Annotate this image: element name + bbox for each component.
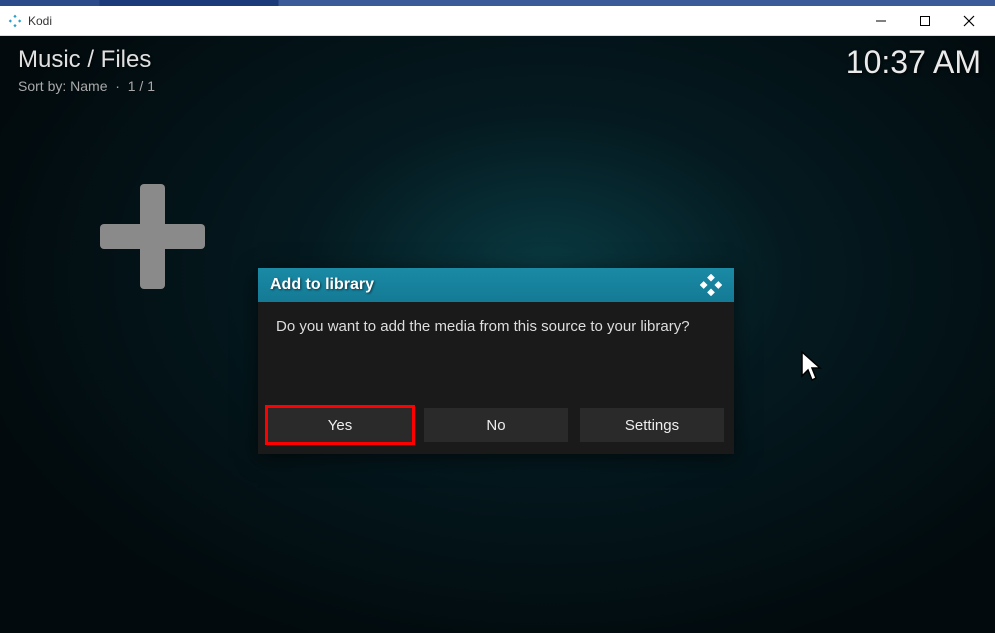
plus-icon [100,184,205,289]
yes-button[interactable]: Yes [268,408,412,442]
page-indicator: 1 / 1 [128,78,155,94]
add-source-tile[interactable] [100,184,205,289]
settings-button[interactable]: Settings [580,408,724,442]
minimize-button[interactable] [859,7,903,35]
no-button[interactable]: No [424,408,568,442]
kodi-logo-icon [700,274,722,296]
dialog-title: Add to library [270,276,700,294]
clock: 10:37 AM [846,44,981,81]
dialog-header: Add to library [258,268,734,302]
mouse-cursor-icon [800,350,826,389]
dialog-message: Do you want to add the media from this s… [258,302,734,408]
add-to-library-dialog: Add to library Do you want to add the me… [258,268,734,454]
window-controls [859,7,991,35]
kodi-main-view: Music / Files Sort by: Name · 1 / 1 10:3… [0,36,995,633]
sort-value: Name [70,78,107,94]
sort-prefix: Sort by: [18,78,66,94]
breadcrumb: Music / Files [18,46,151,74]
window-titlebar: Kodi [0,6,995,36]
sort-info: Sort by: Name · 1 / 1 [18,78,155,94]
close-button[interactable] [947,7,991,35]
dialog-button-row: Yes No Settings [258,408,734,454]
kodi-app-icon [8,14,22,28]
maximize-button[interactable] [903,7,947,35]
window-title: Kodi [28,14,859,28]
